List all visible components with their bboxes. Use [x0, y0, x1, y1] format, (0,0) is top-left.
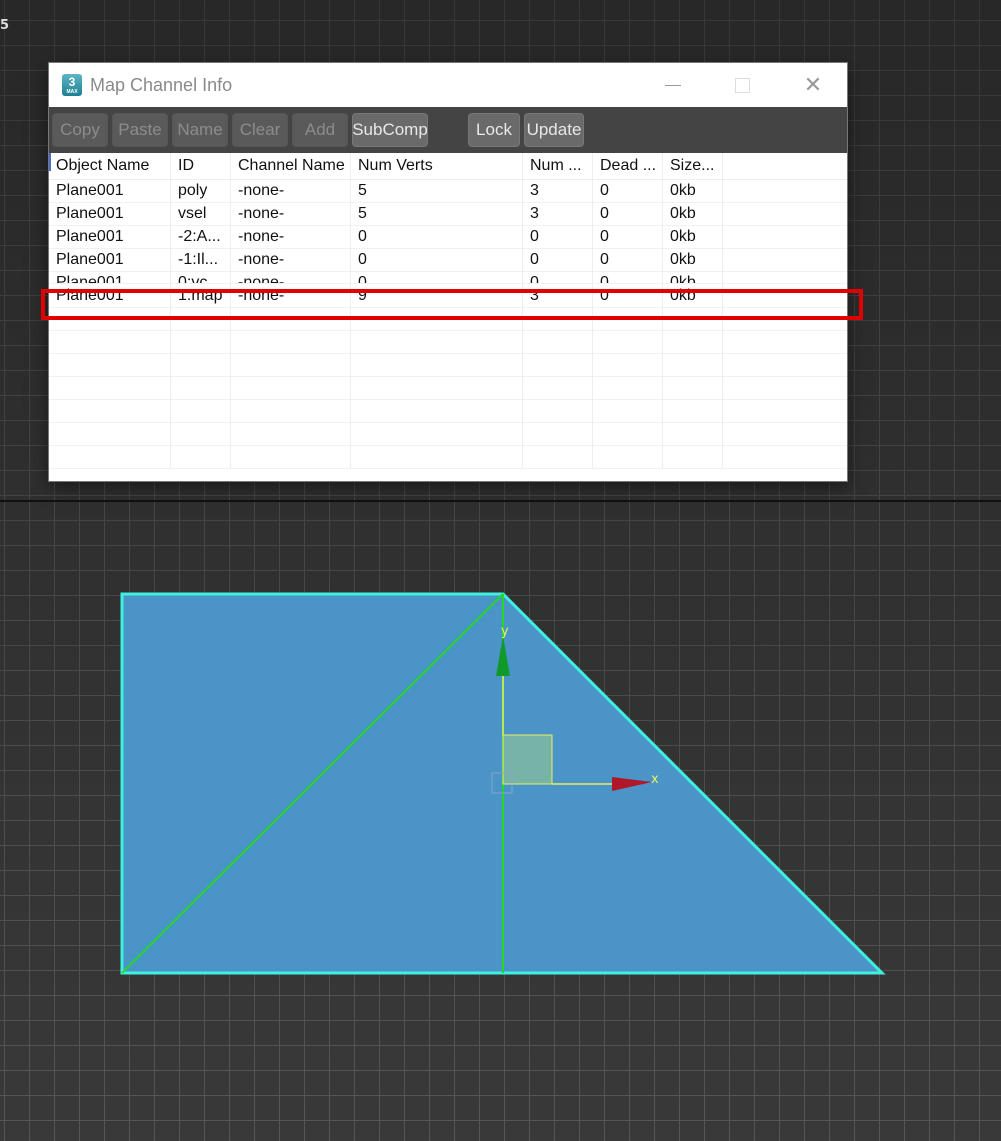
app-icon-number: 3 [68, 75, 76, 89]
empty-row [49, 353, 847, 377]
gizmo-y-label: y [501, 624, 509, 639]
empty-row [49, 445, 847, 469]
cell-channel-name: -none- [231, 271, 351, 283]
app-icon-subtext: MAX [66, 89, 78, 95]
empty-row [49, 399, 847, 423]
subcomp-button[interactable]: SubComp [352, 113, 428, 147]
copy-button[interactable]: Copy [52, 113, 108, 147]
3dsmax-app-icon: 3 MAX [62, 74, 82, 96]
close-icon: ✕ [803, 72, 823, 97]
cell-channel-name: -none- [231, 202, 351, 225]
column-header-object-name[interactable]: Object Name [49, 153, 171, 179]
cell-channel-name: -none- [231, 179, 351, 202]
cell-num-faces: 3 [523, 179, 593, 202]
empty-row [49, 422, 847, 446]
cell-spacer [723, 179, 847, 202]
column-header-num-verts[interactable]: Num Verts [351, 153, 523, 179]
column-header-spacer [723, 153, 847, 179]
cell-num-verts: 0 [351, 225, 523, 248]
cell-num-verts: 5 [351, 202, 523, 225]
column-header-size[interactable]: Size... [663, 153, 723, 179]
cell-object-name: Plane001 [49, 248, 171, 271]
cell-num-verts: 0 [351, 271, 523, 283]
table-row[interactable]: Plane001 -1:Il... -none- 0 0 0 0kb [49, 248, 847, 272]
clear-button[interactable]: Clear [232, 113, 288, 147]
cell-size: 0kb [663, 179, 723, 202]
cell-object-name: Plane001 [49, 202, 171, 225]
column-header-num-faces[interactable]: Num ... [523, 153, 593, 179]
dialog-toolbar: Copy Paste Name Clear Add SubComp Lock U… [49, 107, 847, 153]
cell-size: 0kb [663, 202, 723, 225]
cell-dead: 0 [593, 202, 663, 225]
table-header-row: Object Name ID Channel Name Num Verts Nu… [49, 153, 847, 180]
cell-size: 0kb [663, 248, 723, 271]
minimize-icon [665, 84, 681, 86]
cell-dead: 0 [593, 225, 663, 248]
gizmo-x-label: x [651, 772, 659, 787]
dialog-titlebar[interactable]: 3 MAX Map Channel Info ✕ [49, 63, 847, 107]
cell-spacer [723, 248, 847, 271]
minimize-button[interactable] [650, 63, 696, 107]
table-row[interactable]: Plane001 0:vc -none- 0 0 0 0kb [49, 271, 847, 284]
column-header-id[interactable]: ID [171, 153, 231, 179]
cell-size: 0kb [663, 271, 723, 283]
cell-object-name: Plane001 [49, 271, 171, 283]
cell-spacer [723, 202, 847, 225]
cell-num-faces: 0 [523, 225, 593, 248]
cell-num-verts: 5 [351, 179, 523, 202]
column-header-channel-name[interactable]: Channel Name [231, 153, 351, 179]
cell-object-name: Plane001 [49, 179, 171, 202]
update-button[interactable]: Update [524, 113, 584, 147]
lock-button[interactable]: Lock [468, 113, 520, 147]
red-highlight-box [41, 289, 863, 320]
maximize-button[interactable] [719, 63, 765, 107]
cell-id: -1:Il... [171, 248, 231, 271]
cell-id: -2:A... [171, 225, 231, 248]
cell-spacer [723, 271, 847, 283]
cell-num-faces: 0 [523, 271, 593, 283]
empty-row [49, 376, 847, 400]
cell-id: poly [171, 179, 231, 202]
cell-channel-name: -none- [231, 248, 351, 271]
gizmo-plane-handle[interactable] [502, 734, 553, 785]
column-header-dead[interactable]: Dead ... [593, 153, 663, 179]
cell-id: vsel [171, 202, 231, 225]
cell-num-faces: 3 [523, 202, 593, 225]
paste-button[interactable]: Paste [112, 113, 168, 147]
cell-dead: 0 [593, 248, 663, 271]
table-row[interactable]: Plane001 vsel -none- 5 3 0 0kb [49, 202, 847, 226]
map-channel-info-dialog[interactable]: 3 MAX Map Channel Info ✕ Copy Paste Name… [49, 63, 847, 481]
cell-dead: 0 [593, 179, 663, 202]
cell-num-faces: 0 [523, 248, 593, 271]
close-button[interactable]: ✕ [790, 63, 836, 107]
cell-spacer [723, 225, 847, 248]
maximize-icon [734, 77, 750, 93]
cell-channel-name: -none- [231, 225, 351, 248]
cell-num-verts: 0 [351, 248, 523, 271]
cell-dead: 0 [593, 271, 663, 283]
cell-object-name: Plane001 [49, 225, 171, 248]
empty-row [49, 330, 847, 354]
cell-size: 0kb [663, 225, 723, 248]
cell-id: 0:vc [171, 271, 231, 283]
name-button[interactable]: Name [172, 113, 228, 147]
dialog-title: Map Channel Info [90, 74, 233, 95]
table-row[interactable]: Plane001 -2:A... -none- 0 0 0 0kb [49, 225, 847, 249]
table-row[interactable]: Plane001 poly -none- 5 3 0 0kb [49, 179, 847, 203]
add-button[interactable]: Add [292, 113, 348, 147]
